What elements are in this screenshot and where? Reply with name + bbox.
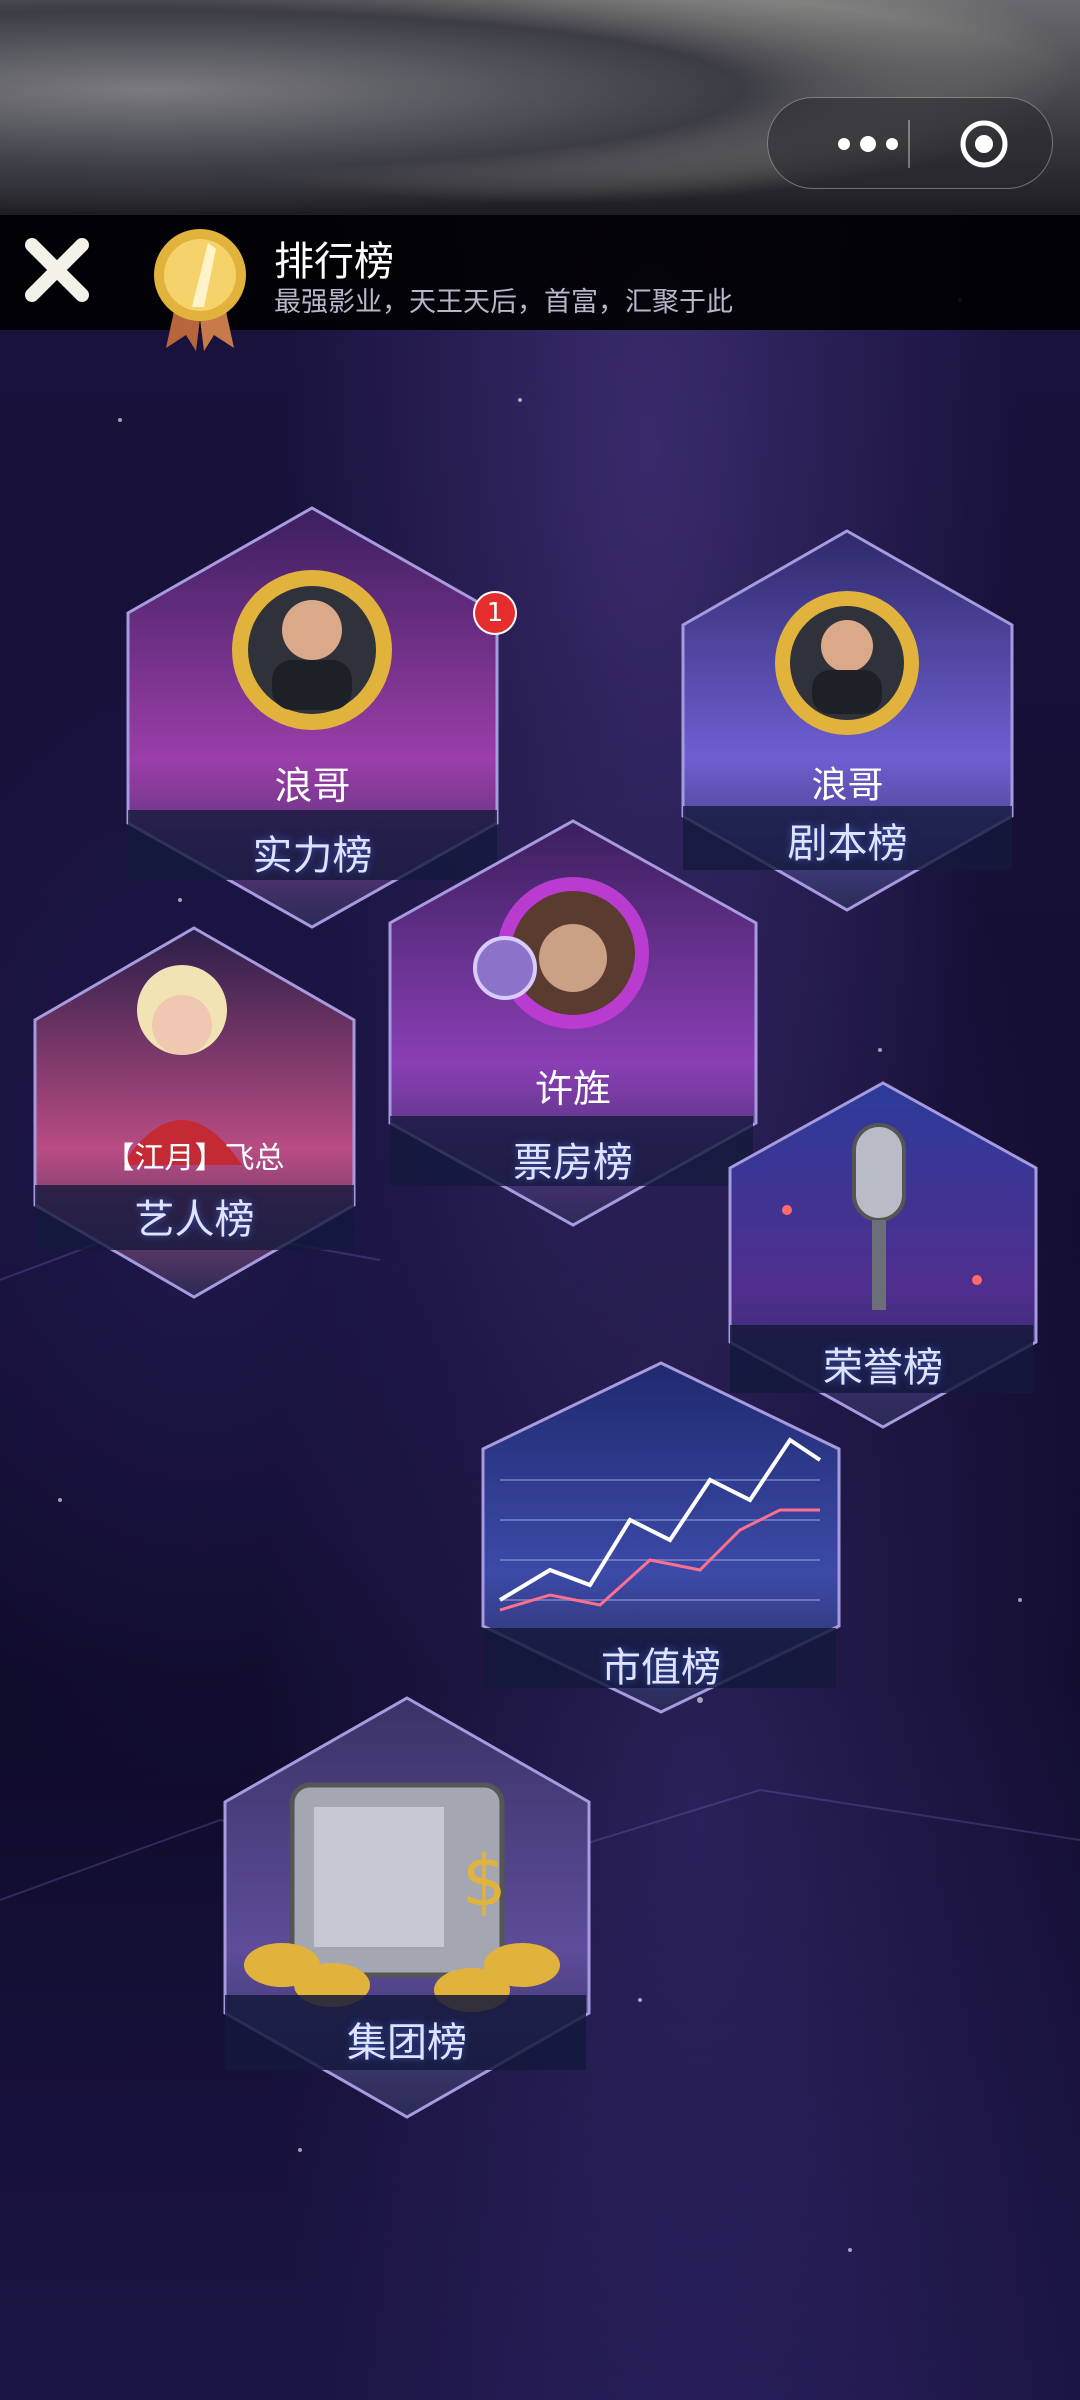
tile-player-name: 浪哥 [274, 764, 351, 808]
notification-badge: 1 [475, 593, 515, 633]
more-menu-button[interactable] [828, 126, 918, 162]
tile-label: 市值榜 [601, 1645, 721, 1691]
tile-label: 票房榜 [513, 1140, 633, 1186]
ranking-header: 排行榜 最强影业，天王天后，首富，汇聚于此 [0, 215, 1080, 351]
tile-label: 艺人榜 [134, 1197, 255, 1243]
tile-market-ranking[interactable]: 市值榜 [480, 1360, 842, 1715]
tile-boxoffice-ranking[interactable]: 许旌 票房榜 [387, 818, 759, 1228]
tile-player-name: 浪哥 [811, 765, 884, 806]
page-subtitle: 最强影业，天王天后，首富，汇聚于此 [274, 287, 733, 318]
target-icon [960, 120, 1008, 168]
tile-player-name: 【江月】飞总 [104, 1141, 285, 1176]
tile-artist-ranking[interactable]: 【江月】飞总 艺人榜 [32, 925, 357, 1300]
capsule-divider [908, 120, 910, 168]
tile-group-ranking[interactable]: $ 集团榜 [222, 1695, 592, 2120]
close-icon [25, 238, 89, 302]
svg-text:$: $ [462, 1840, 507, 1922]
page-title: 排行榜 [274, 239, 394, 285]
medal-icon [148, 223, 252, 353]
tile-player-name: 许旌 [534, 1067, 611, 1111]
close-miniprogram-button[interactable] [958, 118, 1010, 170]
miniprogram-capsule [767, 97, 1053, 189]
tile-label: 集团榜 [347, 2020, 467, 2066]
close-button[interactable] [22, 235, 92, 305]
